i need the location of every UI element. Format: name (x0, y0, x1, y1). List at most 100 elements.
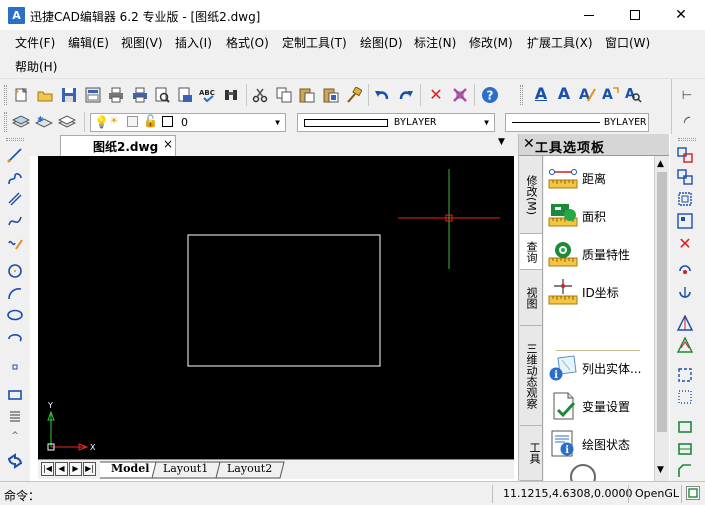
first-layout-icon[interactable]: |◀ (41, 462, 54, 476)
drawn-rectangle[interactable] (187, 234, 381, 367)
render-mode[interactable]: OpenGL (635, 487, 679, 500)
scroll-up-icon[interactable]: ▲ (657, 159, 664, 169)
toolbar-grip[interactable] (4, 85, 7, 105)
offset-icon[interactable] (676, 190, 694, 208)
open-file-icon[interactable] (36, 86, 54, 104)
erase-select-icon[interactable] (451, 86, 469, 104)
copy-object-icon[interactable] (676, 146, 694, 164)
extend-icon[interactable] (676, 388, 694, 406)
break-icon[interactable] (676, 418, 694, 436)
menu-edit[interactable]: 编辑(E) (68, 34, 109, 51)
layer-dropdown[interactable]: 💡 ☀ 🔓 0 ▼ (90, 113, 286, 132)
menu-format[interactable]: 格式(O) (226, 34, 269, 51)
single-line-text-icon[interactable]: A (555, 85, 573, 103)
layer-thaw-icon[interactable]: ☀ (110, 114, 118, 129)
menu-dimension[interactable]: 标注(N) (414, 34, 456, 51)
menu-window[interactable]: 窗口(W) (605, 34, 650, 51)
paste-icon[interactable] (298, 86, 316, 104)
print-icon[interactable] (107, 86, 125, 104)
mirror-icon[interactable] (676, 168, 694, 186)
palette-tab-modify[interactable]: 修改(M) (520, 158, 542, 234)
match-properties-icon[interactable] (345, 86, 363, 104)
menu-extend-tools[interactable]: 扩展工具(X) (527, 34, 593, 51)
menu-insert[interactable]: 插入(I) (175, 34, 212, 51)
spline-icon[interactable] (6, 212, 24, 230)
scroll-down-icon[interactable]: ▼ (657, 465, 664, 475)
next-layout-icon[interactable]: ▶ (69, 462, 82, 476)
toolbar-grip[interactable] (520, 85, 523, 105)
menu-view[interactable]: 视图(V) (121, 34, 163, 51)
layer-on-icon[interactable]: 💡 (94, 115, 109, 129)
undo-icon[interactable] (373, 86, 391, 104)
menu-file[interactable]: 文件(F) (15, 34, 55, 51)
menu-modify[interactable]: 修改(M) (469, 34, 513, 51)
redo-icon[interactable] (397, 86, 415, 104)
layer-unlock-icon[interactable]: 🔓 (143, 114, 158, 128)
tab-model[interactable]: Model (111, 462, 149, 475)
print-preview-icon[interactable] (153, 86, 171, 104)
erase-icon[interactable]: ✕ (676, 234, 694, 253)
palette-scrollbar[interactable]: ▲ ▼ (654, 156, 669, 481)
paste-special-icon[interactable] (322, 86, 340, 104)
palette-tab-3d-orbit[interactable]: 三维动态观察 (520, 326, 542, 426)
new-file-icon[interactable]: ✦ (12, 86, 30, 104)
regen-icon[interactable] (6, 452, 24, 470)
sketch-icon[interactable] (6, 234, 24, 252)
arc-icon[interactable] (6, 284, 24, 302)
stretch-icon[interactable] (676, 336, 694, 354)
status-tray-icon[interactable] (686, 486, 700, 500)
circle-icon[interactable] (6, 262, 24, 280)
rectangle-icon[interactable] (6, 386, 24, 404)
plot-icon[interactable] (131, 86, 149, 104)
chevron-down-icon[interactable]: ▼ (272, 116, 283, 129)
menu-draw[interactable]: 绘图(D) (360, 34, 403, 51)
save-icon[interactable] (60, 86, 78, 104)
close-icon[interactable]: ✕ (523, 136, 535, 152)
help-icon[interactable]: ? (481, 86, 499, 104)
polyline-icon[interactable] (6, 169, 24, 187)
text-style-icon[interactable]: A (532, 85, 550, 103)
toolbar-grip[interactable] (4, 112, 7, 132)
palette-header[interactable]: ✕ 工具选项板 (519, 134, 669, 156)
spell-check-icon[interactable]: ABC (199, 86, 217, 104)
save-as-icon[interactable] (84, 86, 102, 104)
scale-text-icon[interactable]: A (601, 85, 619, 103)
prev-layout-icon[interactable]: ◀ (55, 462, 68, 476)
tab-layout1[interactable]: Layout1 (163, 462, 208, 475)
move-icon[interactable] (676, 262, 694, 280)
chamfer-icon[interactable] (676, 462, 694, 480)
palette-item-distance[interactable]: 距离 (544, 162, 654, 194)
array-icon[interactable] (676, 212, 694, 230)
point-icon[interactable] (6, 358, 24, 376)
close-icon[interactable]: × (163, 137, 173, 151)
maximize-button[interactable] (612, 0, 658, 30)
trim-icon[interactable] (676, 366, 694, 384)
palette-tab-inquiry[interactable]: 查询 (520, 234, 542, 270)
menu-custom-tools[interactable]: 定制工具(T) (282, 34, 347, 51)
palette-tab-tools[interactable]: 工具 (520, 426, 542, 481)
line-icon[interactable] (6, 146, 24, 164)
layer-manager-icon[interactable] (12, 113, 30, 131)
join-icon[interactable] (676, 440, 694, 458)
palette-item-id-point[interactable]: ID坐标 (544, 276, 654, 308)
minimize-button[interactable] (566, 0, 612, 30)
tab-list-icon[interactable]: ▼ (498, 137, 505, 147)
chevron-down-icon[interactable]: ▼ (481, 116, 492, 129)
palette-tab-view[interactable]: 视图 (520, 270, 542, 326)
palette-item-area[interactable]: 面积 (544, 200, 654, 232)
layer-viewport-freeze-icon[interactable] (127, 116, 138, 127)
palette-item-drawing-status[interactable]: i 绘图状态 (544, 428, 654, 460)
scroll-thumb[interactable] (657, 172, 667, 432)
find-text-icon[interactable]: A (624, 85, 642, 103)
dimension-linear-icon[interactable]: ⊢ (678, 86, 696, 104)
command-line-label[interactable]: 命令： (4, 487, 40, 504)
layer-previous-icon[interactable] (58, 113, 76, 131)
last-layout-icon[interactable]: ▶| (83, 462, 96, 476)
more-tools-icon[interactable]: ^ (6, 427, 24, 445)
scale-icon[interactable] (676, 314, 694, 332)
delete-icon[interactable]: ✕ (427, 86, 445, 104)
find-icon[interactable] (222, 86, 240, 104)
publish-icon[interactable] (176, 86, 194, 104)
layer-state-icon[interactable]: ✱ (35, 113, 53, 131)
rotate-icon[interactable] (676, 284, 694, 302)
